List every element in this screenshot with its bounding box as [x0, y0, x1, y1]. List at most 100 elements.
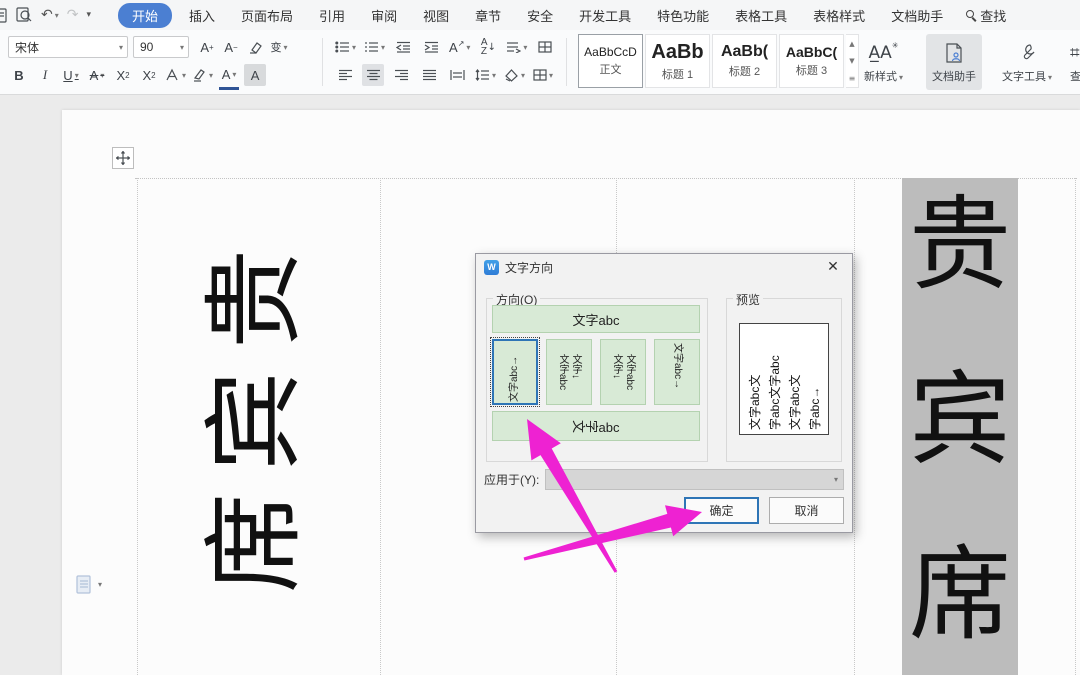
- sort-button[interactable]: A Z ↓: [477, 36, 499, 58]
- manuscript-grid-button[interactable]: [534, 36, 556, 58]
- text-direction-button[interactable]: A ↗ ▾: [448, 36, 471, 58]
- clear-format-button[interactable]: [244, 36, 266, 58]
- strikethrough-button[interactable]: A ▾: [86, 64, 108, 86]
- search-tab[interactable]: 查找: [956, 2, 1016, 29]
- doc-assistant-icon: [945, 41, 963, 65]
- tab-references[interactable]: 引用: [306, 2, 358, 29]
- option-text: 文字abc: [570, 419, 620, 435]
- doc-char-rotated[interactable]: 贵: [200, 243, 312, 355]
- font-color-button[interactable]: A ▾: [218, 64, 240, 90]
- tab-home[interactable]: 开始: [118, 2, 173, 28]
- file-icon[interactable]: [0, 4, 8, 26]
- justify-button[interactable]: [418, 64, 440, 86]
- undo-button[interactable]: ↶ ▾: [41, 4, 59, 26]
- align-right-button[interactable]: [390, 64, 412, 86]
- dialog-titlebar[interactable]: W 文字方向 ✕: [476, 254, 852, 280]
- doc-char-vertical[interactable]: 贵: [904, 188, 1016, 306]
- direction-option-rotated-chars[interactable]: 文字abc: [492, 411, 700, 441]
- direction-option-vertical-rtl[interactable]: 文字↓ 文字abc: [546, 339, 592, 405]
- subscript-button[interactable]: X2: [138, 64, 160, 86]
- style-scroll-up-icon[interactable]: ▲: [849, 40, 854, 48]
- char-shading-button[interactable]: A: [244, 64, 267, 86]
- decrease-font-button[interactable]: A −: [220, 36, 242, 58]
- search-label: 查找: [980, 8, 1007, 24]
- shading-button[interactable]: ▾: [503, 64, 526, 86]
- tab-page-layout[interactable]: 页面布局: [228, 2, 306, 29]
- bold-button[interactable]: B: [8, 64, 30, 86]
- style-sample: AaBb: [651, 40, 704, 63]
- paragraph-layout-button[interactable]: ▾: [505, 36, 528, 58]
- bullets-button[interactable]: ▾: [334, 36, 357, 58]
- style-heading2[interactable]: AaBb( 标题 2: [712, 34, 777, 88]
- style-more-icon[interactable]: ≡: [849, 74, 856, 83]
- direction-option-horizontal[interactable]: 文字abc: [492, 305, 700, 333]
- new-style-button[interactable]: A̲A ✳ 新样式 ▾: [858, 34, 909, 90]
- new-style-label: 新样式: [864, 70, 897, 83]
- option-text: 文字abc: [572, 312, 620, 328]
- text-tool-button[interactable]: 文字工具 ▾: [996, 34, 1058, 90]
- increase-indent-button[interactable]: [420, 36, 442, 58]
- preview-column: 字abc→: [808, 386, 822, 430]
- table-move-handle[interactable]: [112, 147, 134, 169]
- customize-toolbar-icon[interactable]: ▾: [86, 4, 91, 26]
- tab-review[interactable]: 审阅: [358, 2, 410, 29]
- page-options-button[interactable]: ▾: [76, 575, 102, 594]
- tab-view[interactable]: 视图: [410, 2, 462, 29]
- option-text: 文字abc→: [672, 343, 683, 390]
- tab-table-tools[interactable]: 表格工具: [722, 2, 800, 29]
- font-size-select[interactable]: 90 ▾: [133, 36, 189, 58]
- font-name-select[interactable]: 宋体 ▾: [8, 36, 128, 58]
- superscript-button[interactable]: X2: [112, 64, 134, 86]
- doc-char-rotated[interactable]: 席: [200, 487, 312, 599]
- style-heading1[interactable]: AaBb 标题 1: [645, 34, 710, 88]
- numbering-button[interactable]: ▾: [363, 36, 386, 58]
- style-normal[interactable]: AaBbCcD 正文: [578, 34, 643, 88]
- doc-char-vertical[interactable]: 宾: [904, 363, 1016, 481]
- group-separator: [322, 38, 323, 86]
- underline-button[interactable]: U ▾: [60, 64, 82, 86]
- borders-button[interactable]: ▾: [532, 64, 554, 86]
- wps-writer-window: ↶ ▾ ↷ ▾ 开始 插入 页面布局 引用 审阅 视图 章节 安全 开发工具 特色…: [0, 0, 1080, 675]
- cancel-button[interactable]: 取消: [769, 497, 844, 524]
- redo-button[interactable]: ↷: [67, 4, 79, 26]
- tab-table-style[interactable]: 表格样式: [800, 2, 878, 29]
- text-direction-dialog: W 文字方向 ✕ 方向(O) 文字abc 文字abc→ 文字↓ 文字abc 文字↓…: [475, 253, 853, 533]
- distribute-button[interactable]: [446, 64, 468, 86]
- tab-section[interactable]: 章节: [462, 2, 514, 29]
- ok-button[interactable]: 确定: [684, 497, 759, 524]
- apply-to-row: 应用于(Y): ▾: [484, 468, 844, 490]
- increase-font-button[interactable]: A +: [196, 36, 218, 58]
- undo-caret-icon[interactable]: ▾: [55, 11, 59, 20]
- close-icon[interactable]: ✕: [822, 259, 844, 275]
- doc-char-rotated[interactable]: 宾: [200, 365, 312, 477]
- tab-special-features[interactable]: 特色功能: [644, 2, 722, 29]
- apply-to-select[interactable]: ▾: [545, 468, 844, 490]
- highlight-button[interactable]: ▾: [191, 64, 214, 86]
- doc-assistant-button[interactable]: 文档助手: [926, 34, 982, 90]
- new-style-icon: A̲A ✳: [868, 41, 899, 63]
- direction-option-vertical-ltr[interactable]: 文字↓ 文字abc: [600, 339, 646, 405]
- pinyin-guide-button[interactable]: 变 ▾: [268, 36, 290, 58]
- doc-char-vertical[interactable]: 席: [904, 538, 1016, 656]
- direction-option-rotate-left[interactable]: 文字abc→: [490, 337, 540, 407]
- tab-insert[interactable]: 插入: [176, 2, 228, 29]
- direction-option-rotate-right[interactable]: 文字abc→: [654, 339, 700, 405]
- clipped-button[interactable]: ⌗ 查: [1064, 34, 1080, 90]
- option-text: 文字↓ 文字abc: [611, 353, 635, 391]
- align-center-button[interactable]: [362, 64, 384, 86]
- tab-dev-tools[interactable]: 开发工具: [566, 2, 644, 29]
- table-column-border: [854, 178, 855, 675]
- menu-bar: ↶ ▾ ↷ ▾ 开始 插入 页面布局 引用 审阅 视图 章节 安全 开发工具 特色…: [0, 0, 1080, 30]
- line-spacing-button[interactable]: ▾: [474, 64, 497, 86]
- align-left-button[interactable]: [334, 64, 356, 86]
- italic-button[interactable]: I: [34, 64, 56, 86]
- print-preview-icon[interactable]: [16, 4, 33, 26]
- option-text: 文字abc→: [509, 355, 520, 402]
- text-effects-button[interactable]: ▾: [164, 64, 187, 86]
- decrease-indent-button[interactable]: [392, 36, 414, 58]
- tab-doc-assistant[interactable]: 文档助手: [878, 2, 956, 29]
- style-heading3[interactable]: AaBbC( 标题 3: [779, 34, 844, 88]
- preview-label: 预览: [733, 291, 764, 308]
- style-scroll-down-icon[interactable]: ▼: [849, 57, 854, 65]
- tab-security[interactable]: 安全: [514, 2, 566, 29]
